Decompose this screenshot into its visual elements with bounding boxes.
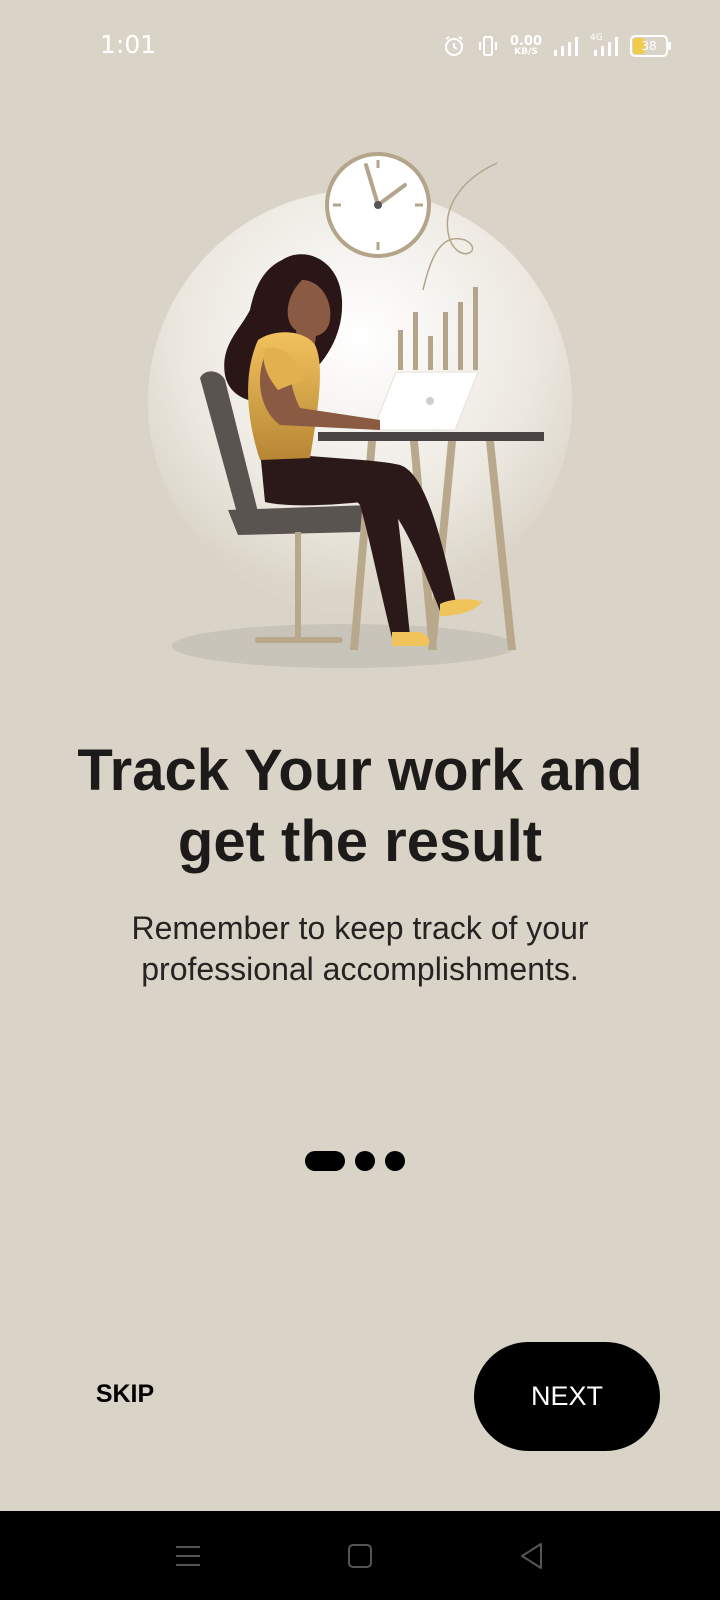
back-icon[interactable] xyxy=(515,1539,549,1573)
working-woman-illustration xyxy=(148,152,572,668)
home-icon[interactable] xyxy=(343,1539,377,1573)
menu-icon[interactable] xyxy=(171,1539,205,1573)
net-speed: 0.00 KB/S xyxy=(509,34,542,57)
battery-icon: 38 xyxy=(630,35,671,57)
page-dot[interactable] xyxy=(355,1151,375,1171)
onboarding-title: Track Your work and get the result xyxy=(40,735,680,877)
system-navigation-bar xyxy=(0,1511,720,1600)
clock-icon xyxy=(325,152,431,258)
status-icons: 0.00 KB/S 4G 38 xyxy=(442,28,671,64)
subtitle-line-2: professional accomplishments. xyxy=(141,951,579,987)
vibrate-icon xyxy=(476,34,500,58)
alarm-icon xyxy=(442,34,466,58)
page-dot[interactable] xyxy=(385,1151,405,1171)
title-line-2: get the result xyxy=(177,809,543,874)
signal-4g-icon: 4G xyxy=(590,33,620,57)
skip-button[interactable]: SKIP xyxy=(80,1370,170,1418)
status-bar: 1:01 0.00 KB/S 4G 38 xyxy=(0,0,720,90)
signal-icon xyxy=(552,35,580,57)
subtitle-line-1: Remember to keep track of your xyxy=(131,910,589,946)
floor-shadow xyxy=(172,624,516,668)
page-dot-active[interactable] xyxy=(305,1151,345,1171)
title-line-1: Track Your work and xyxy=(77,738,643,803)
next-button[interactable]: NEXT xyxy=(474,1342,660,1451)
onboarding-subtitle: Remember to keep track of your professio… xyxy=(60,908,660,990)
page-indicator xyxy=(305,1151,405,1171)
status-time: 1:01 xyxy=(100,30,157,59)
